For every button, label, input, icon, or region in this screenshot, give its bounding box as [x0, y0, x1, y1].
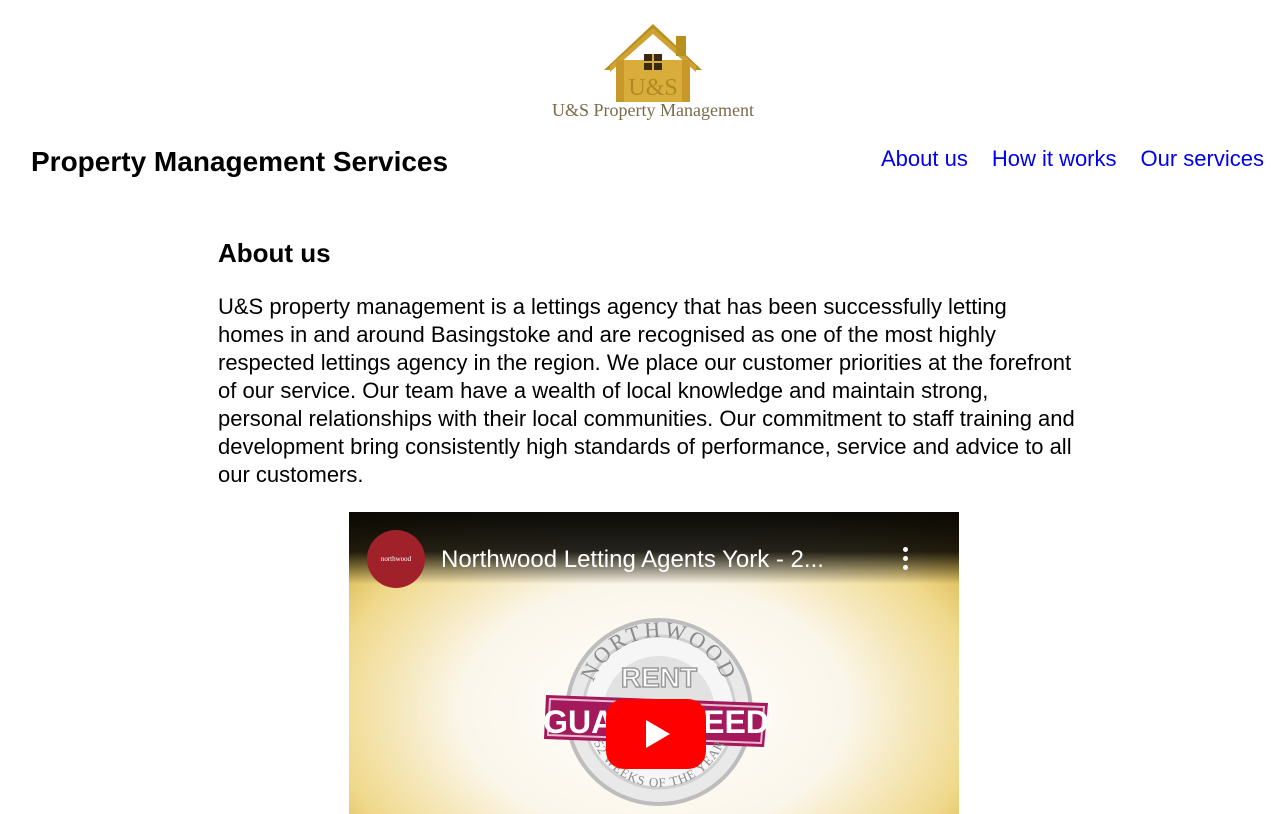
nav-link-our-services[interactable]: Our services [1141, 146, 1264, 172]
main-nav: About us How it works Our services [881, 146, 1264, 172]
youtube-video-embed[interactable]: NORTHWOOD RENT GUARANTEED 52 WEEKS OF TH… [349, 512, 959, 814]
nav-link-how-it-works[interactable]: How it works [992, 146, 1117, 172]
logo-letters: U&S [628, 75, 678, 101]
about-paragraph: U&S property management is a lettings ag… [218, 294, 1075, 487]
site-title: Property Management Services [31, 146, 449, 177]
site-logo: U&S U&S Property Management [538, 20, 768, 124]
video-title[interactable]: Northwood Letting Agents York - 2... [441, 546, 824, 574]
channel-avatar[interactable]: northwood [367, 530, 425, 588]
more-vert-icon[interactable] [899, 547, 911, 575]
play-icon[interactable] [606, 699, 706, 769]
about-heading: About us [218, 238, 331, 268]
nav-link-about-us[interactable]: About us [881, 146, 968, 172]
logo-company-name: U&S Property Management [552, 100, 754, 120]
seal-rent-text: RENT [621, 662, 697, 693]
channel-avatar-text: northwood [380, 555, 412, 563]
